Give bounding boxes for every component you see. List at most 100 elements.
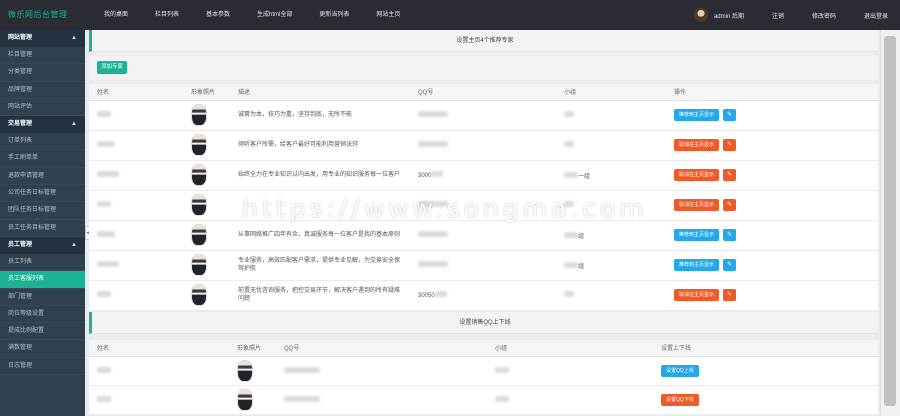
sidebar-item-stats[interactable]: 满数管理 [0,340,85,358]
sidebar-item-position-levels[interactable]: 岗位等级设置 [0,306,85,324]
recommend-button[interactable]: 推荐到主页显示 [674,229,720,241]
sidebar-group-site[interactable]: 网站管理 ▲ [0,30,85,47]
cell-group: 组 [556,220,666,251]
cell-actions: 推荐到主页显示 ✎ [666,100,878,131]
sidebar-item-brands[interactable]: 品牌管理 [0,82,85,99]
staff-photo [191,104,207,126]
sidebar-item-company-targets[interactable]: 公司任务日标管理 [0,185,85,203]
redacted-text [97,261,119,267]
recommend-button[interactable]: 推荐到主页显示 [674,259,720,271]
sidebar-item-departments[interactable]: 部门管理 [0,289,85,306]
edit-pencil-icon[interactable]: ✎ [723,289,737,301]
col-group: 小组 [556,84,666,101]
caret-up-icon: ▲ [71,35,77,41]
top-nav-columns[interactable]: 栏目列表 [155,0,179,30]
set-qq-offline-button[interactable]: 设置QQ下线 [661,393,699,406]
description-text: 始终全力在专业知识以内出发，用专业的知识服务每一位客户 [238,172,401,178]
brand-logo[interactable]: 微乐网后台管理 [8,9,68,20]
exit-link[interactable]: 退出登录 [864,11,888,20]
edit-pencil-icon[interactable]: ✎ [723,259,737,271]
sidebar: 网站管理 ▲ 栏目管理 分类管理 品牌管理 网站评估 交易管理 ▲ 订单列表 手工刷… [0,30,85,416]
cell-status-action: 设置QQ下线 [653,385,878,415]
cell-photo [183,100,230,131]
cell-actions: 取消在主页显示 ✎ [666,130,878,161]
table-row: 倾听客户所需，给客户最好可能利用营销诀窍 取消在主页显示 ✎ [89,130,878,161]
qq-number: 3000 [418,173,432,179]
col-qq: QQ号 [410,84,556,101]
sidebar-item-columns[interactable]: 栏目管理 [0,47,85,65]
logout-link[interactable]: 注销 [772,11,784,20]
cell-group [556,280,666,311]
cell-name [89,160,183,191]
redacted-text [97,231,115,237]
sidebar-item-orders[interactable]: 订单列表 [0,133,85,151]
sidebar-group-trade[interactable]: 交易管理 ▲ [0,116,85,134]
staff-photo [191,194,207,216]
cell-desc: 前置无忧咨询服务，把控交易环节，解决客户遇到的所有疑难问题 [230,280,410,311]
cell-name [89,280,183,311]
sidebar-item-logs[interactable]: 日志管理 [0,358,85,376]
user-name[interactable]: admin 后期 [714,11,744,20]
add-expert-button[interactable]: 添加专家 [97,61,128,74]
top-nav-generate-html[interactable]: 生成html全部 [257,0,292,30]
edit-pencil-icon[interactable]: ✎ [723,199,737,211]
redacted-text [431,171,444,177]
cell-group [487,356,653,386]
sidebar-item-staff-targets[interactable]: 员工任务目标管理 [0,220,85,237]
col-group: 小组 [487,340,653,357]
sidebar-item-service-list[interactable]: 员工客服列表 [0,271,85,289]
cell-qq: 30050 [410,280,556,311]
page-scrollbar[interactable] [880,30,900,416]
top-nav-desktop[interactable]: 我的桌面 [104,0,128,30]
top-nav-update-list[interactable]: 更新当列表 [319,0,349,30]
col-qq: QQ号 [276,340,487,357]
caret-up-icon: ▲ [71,121,77,128]
edit-pencil-icon[interactable]: ✎ [723,229,737,241]
cell-name [89,220,183,251]
sidebar-item-refunds[interactable]: 退款申请管理 [0,168,85,186]
table-row: 前置无忧咨询服务，把控交易环节，解决客户遇到的所有疑难问题 30050 取消在主页显… [89,280,878,311]
cell-qq [410,220,556,251]
cell-photo [183,250,230,281]
recommend-button[interactable]: 推荐到主页显示 [674,109,720,121]
sidebar-item-staff-list[interactable]: 员工列表 [0,254,85,272]
top-nav: 我的桌面 栏目列表 基本参数 生成html全部 更新当列表 网站主页 [104,0,427,30]
top-nav-homepage[interactable]: 网站主页 [376,0,400,30]
cell-group: 一组 [556,160,666,191]
redacted-text [564,291,574,297]
cell-name [89,100,183,131]
cancel-recommend-button[interactable]: 取消在主页显示 [674,169,720,181]
sidebar-group-label: 员工管理 [8,241,33,248]
redacted-text [418,111,448,117]
avatar[interactable] [693,8,708,22]
row-actions: 取消在主页显示 ✎ [674,199,878,211]
group-name: 一组 [578,173,591,180]
sidebar-group-staff[interactable]: 员工管理 ▲ [0,236,85,254]
sidebar-item-manual-orders[interactable]: 手工刷单单 [0,150,85,168]
cancel-recommend-button[interactable]: 取消在主页显示 [674,289,720,301]
top-nav-params[interactable]: 基本参数 [206,0,230,30]
change-password-link[interactable]: 修改密码 [812,11,836,20]
edit-pencil-icon[interactable]: ✎ [723,169,737,181]
sidebar-item-team-targets[interactable]: 团队任务日标管理 [0,202,85,220]
table-row: 设置QQ上线 [89,356,878,386]
cancel-recommend-button[interactable]: 取消在主页显示 [674,139,720,151]
cell-status-action: 设置QQ上线 [653,356,878,386]
cell-photo [183,190,230,221]
cell-qq: 3000 [410,160,556,191]
scrollbar-thumb[interactable] [884,36,896,406]
sidebar-item-categories[interactable]: 分类管理 [0,64,85,82]
cell-name [89,356,229,386]
cell-qq [410,130,556,161]
redacted-text [97,201,111,207]
sidebar-item-commission[interactable]: 提成比例配置 [0,323,85,341]
panel-title-experts: 设置主页4个推荐专家 [89,30,878,52]
set-qq-online-button[interactable]: 设置QQ上线 [661,364,699,377]
cancel-recommend-button[interactable]: 取消在主页显示 [674,199,720,211]
table-header-row: 姓名 形象照片 QQ号 小组 设置上下线 [89,340,878,357]
redacted-text [418,231,448,237]
row-actions: 推荐到主页显示 ✎ [674,259,878,271]
sidebar-item-evaluation[interactable]: 网站评估 [0,99,85,117]
edit-pencil-icon[interactable]: ✎ [723,139,737,151]
edit-pencil-icon[interactable]: ✎ [723,109,737,121]
